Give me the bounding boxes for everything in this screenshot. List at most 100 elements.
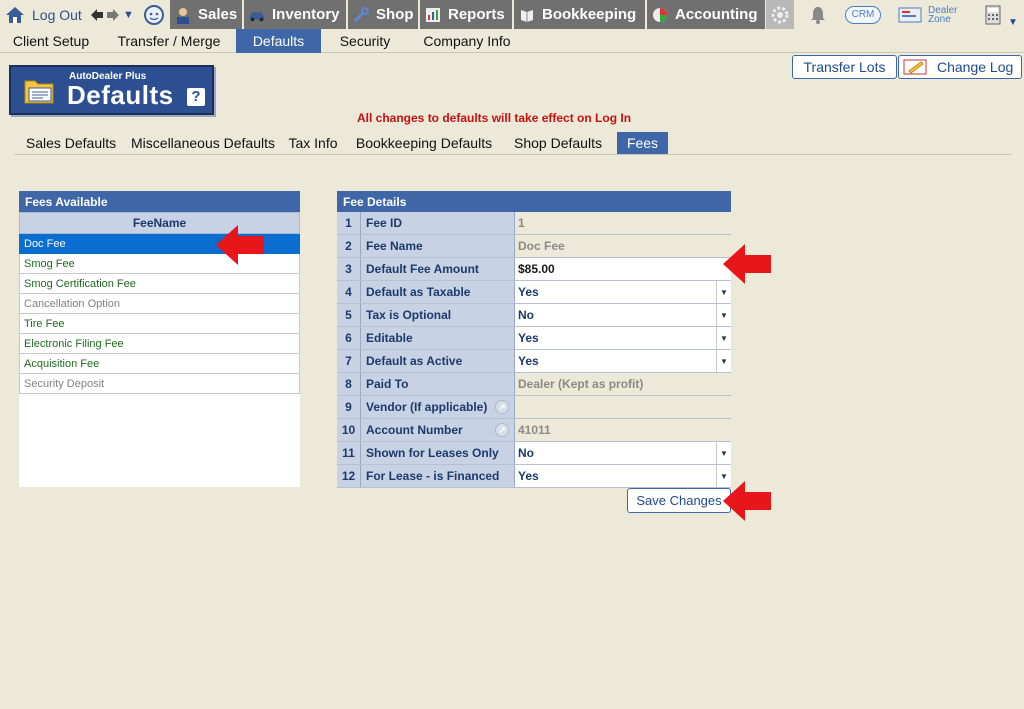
dealer-zone-icon (898, 7, 922, 22)
save-changes-button[interactable]: Save Changes (627, 488, 731, 513)
history-dropdown[interactable]: ▼ (123, 0, 134, 29)
field-value-text: $85.00 (518, 262, 555, 276)
field-value: Doc Fee (515, 235, 731, 257)
chevron-down-icon: ▼ (1008, 17, 1018, 28)
field-label: Editable (361, 327, 515, 349)
report-icon (424, 6, 442, 24)
defaults-notice: All changes to defaults will take effect… (357, 111, 632, 125)
chevron-down-icon[interactable]: ▼ (716, 281, 731, 303)
change-log-label: Change Log (937, 59, 1014, 75)
fee-details-title: Fee Details (337, 191, 731, 212)
field-label-text: Default Fee Amount (366, 262, 479, 276)
field-value-text: Dealer (Kept as profit) (518, 377, 644, 391)
nav-client-setup[interactable]: Client Setup (4, 29, 98, 53)
tab-fees[interactable]: Fees (617, 132, 668, 154)
fee-list-item[interactable]: Smog Certification Fee (19, 274, 300, 294)
lookup-icon[interactable]: ↗ (495, 423, 509, 437)
row-number: 12 (337, 465, 361, 487)
fee-list-item[interactable]: Acquisition Fee (19, 354, 300, 374)
chevron-down-icon[interactable]: ▼ (716, 304, 731, 326)
fee-detail-row: 8 Paid To Dealer (Kept as profit) (337, 373, 731, 396)
chevron-down-icon: ▼ (123, 8, 134, 21)
help-icon[interactable]: ? (187, 88, 205, 106)
fee-detail-row: 6 Editable Yes ▼ (337, 327, 731, 350)
chevron-down-icon[interactable]: ▼ (716, 350, 731, 372)
field-select[interactable]: Yes ▼ (515, 465, 731, 487)
settings-button[interactable] (766, 0, 794, 29)
annotation-arrow-icon (723, 244, 771, 284)
crm-button[interactable]: CRM (845, 0, 881, 29)
field-value-text: 41011 (518, 423, 551, 437)
sales-menu[interactable]: Sales (170, 0, 242, 29)
field-value-text: Yes (518, 285, 539, 299)
notifications-button[interactable] (808, 0, 828, 29)
fee-detail-row: 10 Account Number ↗ 41011 (337, 419, 731, 442)
row-number: 6 (337, 327, 361, 349)
tab-tax-info[interactable]: Tax Info (284, 132, 342, 154)
forward-button[interactable] (106, 0, 120, 29)
inventory-menu[interactable]: Inventory (244, 0, 346, 29)
back-button[interactable] (90, 0, 104, 29)
field-value: Dealer (Kept as profit) (515, 373, 731, 395)
lookup-icon[interactable]: ↗ (495, 400, 509, 414)
fee-list-item[interactable]: Tire Fee (19, 314, 300, 334)
reports-menu[interactable]: Reports (420, 0, 512, 29)
fee-list-item[interactable]: Security Deposit (19, 374, 300, 394)
dealer-zone-button[interactable]: Dealer Zone (898, 0, 957, 29)
field-label-text: Fee Name (366, 239, 423, 253)
field-select[interactable]: No ▼ (515, 442, 731, 464)
logout-button[interactable]: Log Out (4, 0, 82, 29)
transfer-lots-button[interactable]: Transfer Lots (792, 55, 897, 79)
row-number: 8 (337, 373, 361, 395)
shop-label: Shop (376, 6, 414, 23)
field-label: Shown for Leases Only (361, 442, 515, 464)
reports-label: Reports (448, 6, 505, 23)
field-select[interactable]: Yes ▼ (515, 281, 731, 303)
field-select[interactable]: No ▼ (515, 304, 731, 326)
tab-sales-defaults[interactable]: Sales Defaults (18, 132, 124, 154)
field-label-text: Tax is Optional (366, 308, 452, 322)
row-number: 7 (337, 350, 361, 372)
pie-chart-icon (651, 6, 669, 24)
bookkeeping-menu[interactable]: Bookkeeping (514, 0, 645, 29)
nav-company-info[interactable]: Company Info (414, 29, 520, 53)
fee-detail-row: 11 Shown for Leases Only No ▼ (337, 442, 731, 465)
shop-menu[interactable]: Shop (348, 0, 418, 29)
folder-icon (24, 80, 54, 104)
field-value-text: Yes (518, 354, 539, 368)
field-value (515, 396, 731, 418)
nav-defaults[interactable]: Defaults (236, 29, 321, 53)
field-value: 1 (515, 212, 731, 234)
fee-detail-row: 9 Vendor (If applicable) ↗ (337, 396, 731, 419)
car-icon (248, 6, 266, 24)
fee-list-item[interactable]: Cancellation Option (19, 294, 300, 314)
accounting-menu[interactable]: Accounting (647, 0, 765, 29)
nav-security[interactable]: Security (326, 29, 404, 53)
settings-nav: Client Setup Transfer / Merge Defaults S… (0, 29, 1024, 53)
tab-bookkeeping-defaults[interactable]: Bookkeeping Defaults (352, 132, 496, 154)
tab-miscellaneous-defaults[interactable]: Miscellaneous Defaults (130, 132, 276, 154)
defaults-logo: AutoDealer Plus Defaults ? (9, 65, 214, 115)
field-label: Fee ID (361, 212, 515, 234)
calculator-button[interactable] (985, 0, 1001, 29)
tab-shop-defaults[interactable]: Shop Defaults (510, 132, 606, 154)
fee-list-item[interactable]: Electronic Filing Fee (19, 334, 300, 354)
support-button[interactable] (143, 0, 165, 29)
change-log-button[interactable]: Change Log (898, 55, 1022, 79)
nav-transfer-merge[interactable]: Transfer / Merge (106, 29, 232, 53)
row-number: 9 (337, 396, 361, 418)
field-select[interactable]: Yes ▼ (515, 350, 731, 372)
chevron-down-icon[interactable]: ▼ (716, 442, 731, 464)
field-label-text: Shown for Leases Only (366, 446, 499, 460)
fee-detail-row: 7 Default as Active Yes ▼ (337, 350, 731, 373)
field-value-text: 1 (518, 216, 525, 230)
field-label-text: Account Number (366, 423, 463, 437)
field-select[interactable]: Yes ▼ (515, 327, 731, 349)
fee-detail-row: 12 For Lease - is Financed Yes ▼ (337, 465, 731, 488)
field-label-text: Fee ID (366, 216, 403, 230)
field-label-text: Paid To (366, 377, 409, 391)
field-input[interactable]: $85.00 (515, 258, 731, 280)
field-label-text: For Lease - is Financed (366, 469, 500, 483)
chevron-down-icon[interactable]: ▼ (716, 327, 731, 349)
fees-available-title: Fees Available (19, 191, 300, 212)
